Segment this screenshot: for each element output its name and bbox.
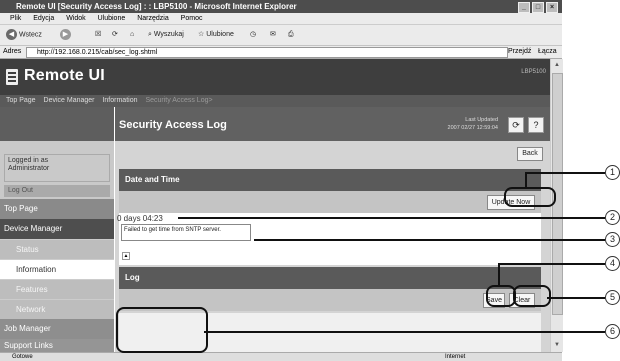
logout-link[interactable]: Log Out [4, 185, 110, 197]
login-box: Logged in as Administrator Log Out [0, 141, 114, 199]
sidebar-item-support-links[interactable]: Support Links [0, 339, 114, 352]
refresh-nav-button[interactable]: ⟳ [112, 29, 118, 41]
window-titlebar: Remote UI [Security Access Log] : : LBP5… [0, 0, 562, 13]
refresh-icon: ⟳ [512, 120, 520, 130]
callout-2: 2 [605, 210, 620, 225]
back-button[interactable]: Back [517, 147, 543, 161]
search-button[interactable]: ⌕ Wyszukaj [148, 29, 184, 41]
breadcrumb-current: Security Access Log> [145, 97, 213, 104]
stop-button[interactable]: ☒ [95, 29, 101, 41]
app-title: Remote UI [24, 67, 105, 84]
scroll-up-icon[interactable]: ▲ [552, 60, 562, 70]
printer-logo-icon [6, 69, 18, 85]
menu-tools[interactable]: Narzędzia [137, 15, 169, 22]
scroll-down-icon[interactable]: ▼ [552, 340, 562, 350]
menu-favorites[interactable]: Ulubione [98, 15, 126, 22]
callout-line-6 [204, 331, 605, 333]
go-button[interactable]: Przejdź [508, 46, 531, 58]
callout-line-1 [525, 172, 605, 174]
address-label: Adres [3, 48, 22, 55]
callout-oval-clear [513, 285, 551, 307]
sidebar-top [0, 107, 114, 141]
browser-toolbar: ◀ Wstecz ▶ ☒ ⟳ ⌂ ⌕ Wyszukaj ☆ Ulubione ◷… [0, 25, 562, 46]
home-icon: ⌂ [130, 31, 135, 38]
remote-ui-header: Remote UI LBP5100 Top Page Device Manage… [0, 59, 550, 107]
callout-5: 5 [605, 290, 620, 305]
history-icon: ◷ [250, 31, 257, 38]
date-time-heading: Date and Time [119, 169, 541, 191]
sidebar-item-top-page[interactable]: Top Page [0, 199, 114, 219]
printer-name: LBP5100 [521, 69, 546, 75]
breadcrumb-information[interactable]: Information [102, 97, 137, 104]
last-updated-value: 2007 02/27 12:59:04 [447, 125, 498, 131]
refresh-button[interactable]: ⟳ [508, 117, 524, 133]
collapse-arrow-icon[interactable]: ▲ [122, 252, 130, 260]
menu-edit[interactable]: Edycja [33, 15, 54, 22]
sidebar-item-status[interactable]: Status [0, 239, 114, 259]
error-message: Failed to get time from SNTP server. [121, 224, 251, 241]
menu-file[interactable]: Plik [10, 15, 21, 22]
links-button[interactable]: Łącza [538, 46, 557, 58]
stop-icon: ☒ [95, 31, 102, 38]
close-button[interactable]: × [546, 2, 558, 13]
forward-nav-button[interactable]: ▶ [60, 29, 71, 41]
menu-view[interactable]: Widok [66, 15, 85, 22]
callout-1: 1 [605, 165, 620, 180]
star-icon: ☆ [198, 31, 205, 38]
menu-bar: Plik Edycja Widok Ulubione Narzędzia Pom… [0, 13, 562, 25]
breadcrumb-device-manager[interactable]: Device Manager [44, 97, 95, 104]
callout-line-4b [498, 263, 500, 285]
back-arrow-icon: ◀ [6, 29, 17, 40]
callout-oval-log [116, 307, 208, 353]
mail-icon: ✉ [270, 31, 276, 38]
breadcrumb-top-page[interactable]: Top Page [6, 97, 36, 104]
history-button[interactable]: ◷ [250, 29, 256, 41]
callout-line-2 [178, 217, 605, 219]
mail-button[interactable]: ✉ [270, 29, 276, 41]
log-heading: Log [119, 267, 541, 289]
callout-line-5 [547, 297, 605, 299]
sidebar-item-features[interactable]: Features [0, 279, 114, 299]
last-updated-label: Last Updated [465, 117, 498, 123]
window-title: Remote UI [Security Access Log] : : LBP5… [16, 2, 297, 11]
callout-line-1b [525, 172, 527, 188]
callout-6: 6 [605, 324, 620, 339]
date-time-bar: Update Now [119, 191, 541, 213]
callout-line-4 [498, 263, 605, 265]
callout-line-3 [254, 239, 605, 241]
breadcrumb: Top Page Device Manager Information Secu… [0, 95, 550, 107]
search-icon: ⌕ [148, 31, 152, 38]
address-bar: Adres http://192.168.0.215/cab/sec_log.s… [0, 46, 562, 59]
page-title-strip: Security Access Log Last Updated 2007 02… [115, 107, 550, 141]
favorites-button[interactable]: ☆ Ulubione [198, 29, 234, 41]
callout-3: 3 [605, 232, 620, 247]
callout-oval-save [486, 285, 516, 307]
sidebar-item-device-manager[interactable]: Device Manager [0, 219, 114, 239]
sidebar-item-job-manager[interactable]: Job Manager [0, 319, 114, 339]
logged-in-text: Logged in as Administrator [4, 154, 110, 182]
menu-help[interactable]: Pomoc [181, 15, 203, 22]
back-nav-button[interactable]: ◀ Wstecz [6, 29, 42, 41]
help-button[interactable]: ? [528, 117, 544, 133]
callout-4: 4 [605, 256, 620, 271]
sidebar: Logged in as Administrator Log Out Top P… [0, 107, 114, 352]
print-button[interactable]: ⎙ [288, 29, 294, 41]
address-input[interactable]: http://192.168.0.215/cab/sec_log.shtml [26, 47, 508, 58]
forward-arrow-icon: ▶ [60, 29, 71, 40]
last-updated: Last Updated 2007 02/27 12:59:04 [448, 116, 498, 132]
callout-oval-update [504, 187, 556, 207]
print-icon: ⎙ [288, 31, 294, 38]
page-title: Security Access Log [119, 119, 227, 131]
minimize-button[interactable]: _ [518, 2, 530, 13]
sidebar-item-network[interactable]: Network [0, 299, 114, 319]
sidebar-item-information[interactable]: Information [0, 259, 114, 279]
maximize-button[interactable]: □ [532, 2, 544, 13]
elapsed-time: 0 days 04:23 [117, 214, 163, 223]
refresh-page-icon: ⟳ [112, 31, 118, 38]
home-button[interactable]: ⌂ [130, 29, 134, 41]
